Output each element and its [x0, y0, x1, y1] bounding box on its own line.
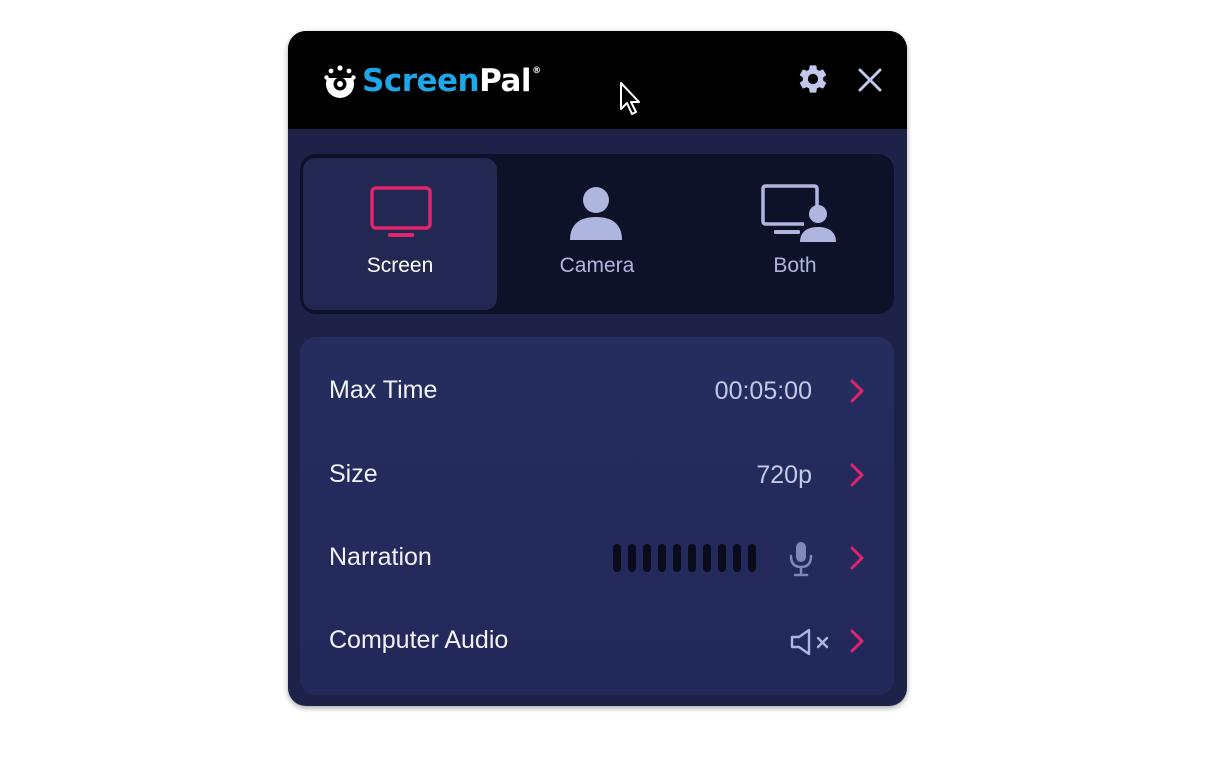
recorder-panel: ScreenPal® Screen Camera Both Max Time 0…: [288, 31, 907, 706]
person-icon: [570, 187, 622, 240]
narration-label: Narration: [329, 543, 432, 571]
mode-screen-label: Screen: [366, 254, 434, 277]
max-time-label: Max Time: [329, 376, 438, 404]
computer-audio-row[interactable]: Computer Audio: [300, 611, 894, 671]
microphone-icon[interactable]: [788, 540, 814, 578]
monitor-icon: [370, 186, 432, 237]
mouse-pointer-icon: [620, 82, 640, 115]
size-row[interactable]: Size 720p: [300, 445, 894, 505]
close-icon[interactable]: [856, 66, 884, 94]
max-time-value: 00:05:00: [714, 377, 812, 405]
mode-both[interactable]: Both: [698, 158, 892, 310]
chevron-right-icon[interactable]: [849, 545, 865, 571]
chevron-right-icon[interactable]: [849, 462, 865, 488]
narration-level-meter: [613, 544, 756, 572]
recording-settings: Max Time 00:05:00 Size 720p Narration Co…: [300, 337, 894, 695]
narration-row[interactable]: Narration: [300, 528, 894, 588]
gear-icon[interactable]: [796, 62, 830, 96]
capture-mode-selector: Screen Camera Both: [300, 154, 894, 314]
registered-mark: ®: [532, 66, 541, 76]
screenpal-logo: ScreenPal®: [322, 61, 541, 101]
computer-audio-label: Computer Audio: [329, 626, 509, 654]
mode-camera[interactable]: Camera: [500, 158, 694, 310]
monitor-person-icon: [761, 184, 836, 242]
title-bar[interactable]: ScreenPal®: [288, 31, 907, 129]
max-time-row[interactable]: Max Time 00:05:00: [300, 361, 894, 421]
logo-text-pal: Pal: [479, 63, 532, 99]
logo-text-screen: Screen: [362, 63, 480, 99]
logo-wordmark: ScreenPal®: [362, 61, 541, 101]
mode-screen[interactable]: Screen: [303, 158, 497, 310]
mode-camera-label: Camera: [559, 254, 635, 277]
chevron-right-icon[interactable]: [849, 628, 865, 654]
speaker-muted-icon[interactable]: [790, 628, 836, 656]
mode-both-label: Both: [773, 254, 817, 277]
screenpal-logo-icon: [324, 65, 356, 98]
size-value: 720p: [756, 461, 812, 489]
size-label: Size: [329, 460, 378, 488]
chevron-right-icon[interactable]: [849, 378, 865, 404]
